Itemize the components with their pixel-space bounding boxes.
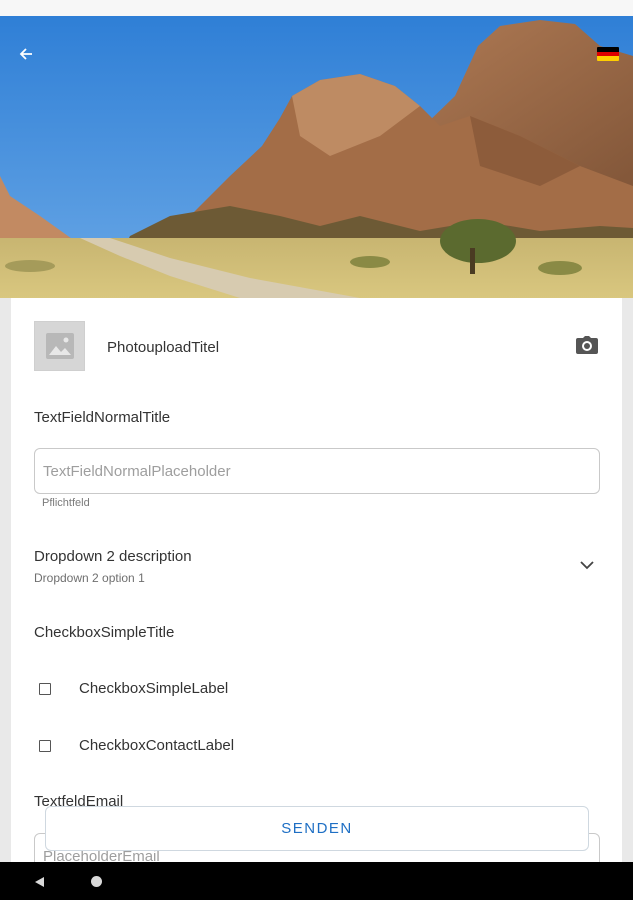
status-bar bbox=[0, 0, 633, 16]
checkbox-title: CheckboxSimpleTitle bbox=[34, 624, 175, 641]
arrow-left-icon bbox=[19, 48, 32, 60]
image-placeholder-icon[interactable] bbox=[34, 321, 85, 371]
dropdown-select[interactable]: Dropdown 2 description Dropdown 2 option… bbox=[11, 538, 622, 594]
checkbox-simple-label: CheckboxSimpleLabel bbox=[79, 680, 229, 697]
camera-button[interactable] bbox=[574, 334, 600, 356]
send-button[interactable]: SENDEN bbox=[45, 806, 589, 851]
camera-icon bbox=[576, 336, 598, 354]
text-field-title: TextFieldNormalTitle bbox=[34, 409, 171, 426]
text-field-input[interactable] bbox=[34, 448, 600, 494]
hero-image bbox=[0, 16, 633, 298]
checkbox-contact-label: CheckboxContactLabel bbox=[79, 737, 235, 754]
chevron-down-icon bbox=[577, 556, 597, 574]
checkbox-simple-box[interactable] bbox=[39, 683, 51, 695]
photo-upload-row: PhotouploadTitel bbox=[11, 298, 622, 396]
landscape-image bbox=[0, 16, 633, 298]
nav-home-icon[interactable] bbox=[91, 876, 102, 887]
dropdown-selected-value: Dropdown 2 option 1 bbox=[34, 571, 145, 585]
nav-back-icon[interactable] bbox=[33, 876, 45, 888]
required-hint: Pflichtfeld bbox=[42, 497, 90, 509]
checkbox-contact[interactable]: CheckboxContactLabel bbox=[11, 727, 622, 767]
checkbox-contact-box[interactable] bbox=[39, 740, 51, 752]
photo-upload-title: PhotouploadTitel bbox=[107, 339, 220, 356]
checkbox-simple[interactable]: CheckboxSimpleLabel bbox=[11, 670, 622, 710]
back-button[interactable] bbox=[12, 42, 40, 66]
dropdown-description: Dropdown 2 description bbox=[34, 548, 192, 565]
germany-flag-icon[interactable] bbox=[597, 47, 619, 61]
form-card: PhotouploadTitel TextFieldNormalTitle Pf… bbox=[11, 298, 622, 862]
system-nav-bar bbox=[0, 862, 633, 900]
